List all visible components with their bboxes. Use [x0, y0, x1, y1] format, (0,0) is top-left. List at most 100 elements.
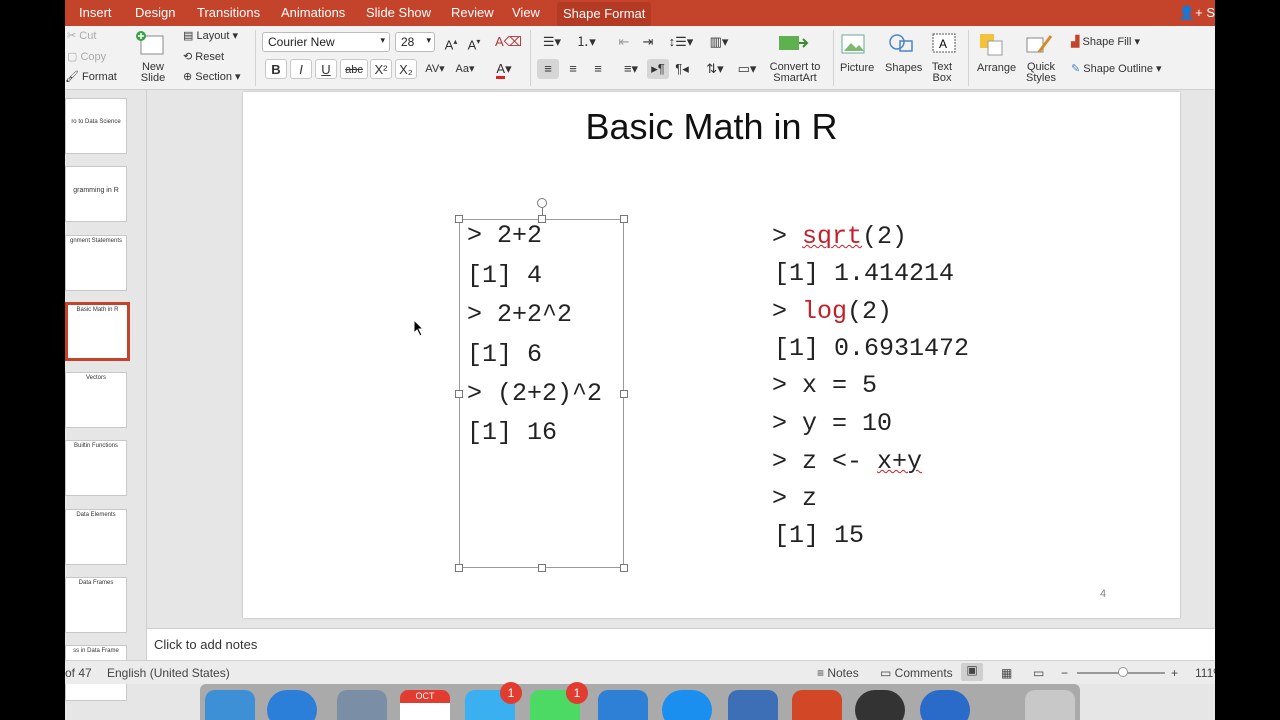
shapes-label[interactable]: Shapes [885, 62, 922, 74]
increase-font-icon[interactable]: A▴ [440, 32, 462, 52]
shapes-icon[interactable] [887, 32, 917, 61]
decrease-indent-icon[interactable]: ⇤ [613, 32, 635, 52]
text-direction-icon[interactable]: ⇅▾ [701, 59, 729, 79]
numbering-icon[interactable]: ⒈▾ [571, 32, 601, 52]
quick-styles-label[interactable]: Quick Styles [1019, 62, 1063, 84]
text-box-label[interactable]: Text Box [927, 62, 957, 84]
copy-button[interactable]: ▢ Copy [67, 50, 106, 63]
comments-toggle[interactable]: ▭ Comments [880, 666, 953, 680]
resize-handle[interactable] [620, 215, 628, 223]
align-left-icon[interactable]: ≡ [537, 59, 559, 79]
selected-text-box[interactable]: > 2+2 [1] 4 > 2+2^2 [1] 6 > (2+2)^2 [1] … [455, 198, 628, 572]
change-case-icon[interactable]: Aa▾ [452, 59, 478, 79]
safari-icon[interactable] [267, 690, 317, 720]
time-machine-icon[interactable] [855, 690, 905, 720]
tab-design[interactable]: Design [129, 5, 181, 25]
font-size-select[interactable]: 28 ▾ [395, 32, 435, 52]
bullets-icon[interactable]: ☰▾ [537, 32, 567, 52]
align-text-icon[interactable]: ▭▾ [733, 59, 761, 79]
r-app-icon[interactable] [920, 690, 970, 720]
tab-slide-show[interactable]: Slide Show [360, 5, 437, 25]
reset-button[interactable]: ⟲ Reset [183, 50, 224, 63]
arrange-label[interactable]: Arrange [977, 62, 1016, 74]
zoom-out-icon[interactable]: − [1061, 666, 1068, 680]
superscript-button[interactable]: X² [370, 59, 392, 79]
decrease-font-icon[interactable]: A▾ [463, 32, 485, 52]
arrange-icon[interactable] [978, 32, 1008, 63]
keynote-icon[interactable] [598, 690, 648, 720]
tab-review[interactable]: Review [445, 5, 500, 25]
slide-thumbnail[interactable]: Data Elements [65, 509, 127, 565]
resize-handle[interactable] [620, 564, 628, 572]
notes-toggle[interactable]: ≡ Notes [817, 666, 859, 680]
share-button[interactable]: 👤+ S [1179, 5, 1215, 21]
tab-animations[interactable]: Animations [275, 5, 351, 25]
finder-icon[interactable] [205, 690, 255, 720]
zoom-level[interactable]: 111% [1195, 666, 1215, 680]
language-indicator[interactable]: English (United States) [107, 666, 230, 680]
clear-formatting-icon[interactable]: A⌫ [495, 32, 522, 52]
italic-button[interactable]: I [290, 59, 312, 79]
app-store-icon[interactable] [662, 690, 712, 720]
quick-styles-icon[interactable] [1025, 32, 1055, 63]
calendar-icon[interactable]: OCT [400, 690, 450, 720]
normal-view-icon[interactable]: ▣ [961, 663, 983, 681]
zoom-in-icon[interactable]: + [1171, 666, 1178, 680]
font-color-icon[interactable]: A▾ [490, 59, 518, 79]
underline-button[interactable]: U [315, 59, 337, 79]
font-name-select[interactable]: Courier New ▾ [262, 32, 390, 52]
strikethrough-button[interactable]: abc [340, 59, 368, 79]
tab-transitions[interactable]: Transitions [191, 5, 266, 25]
reading-view-icon[interactable]: ▭ [1033, 666, 1044, 680]
tab-shape-format[interactable]: Shape Format [557, 2, 652, 26]
slide-thumbnail[interactable]: Vectors [65, 372, 127, 428]
picture-label[interactable]: Picture [840, 62, 874, 74]
resize-handle[interactable] [455, 564, 463, 572]
bold-button[interactable]: B [265, 59, 287, 79]
slide-sorter-icon[interactable]: ▦ [1001, 666, 1012, 680]
align-right-icon[interactable]: ≡ [587, 59, 609, 79]
slide-thumbnail[interactable]: gnment Statements [65, 235, 127, 291]
smartart-icon[interactable] [777, 32, 811, 61]
ltr-text-icon[interactable]: ▸¶ [647, 59, 669, 79]
picture-icon[interactable] [840, 32, 868, 61]
system-app-icon[interactable] [728, 690, 778, 720]
new-slide-icon[interactable] [135, 30, 164, 56]
text-box-icon[interactable]: A [931, 32, 957, 61]
format-painter-button[interactable]: 🖌 Format [65, 70, 117, 83]
subscript-button[interactable]: X₂ [395, 59, 417, 79]
resize-handle[interactable] [455, 215, 463, 223]
slide-thumbnail[interactable]: Builtin Functions [65, 440, 127, 496]
tab-view[interactable]: View [506, 5, 546, 25]
resize-handle[interactable] [620, 390, 628, 398]
slide-thumbnail[interactable]: gramming in R [65, 166, 127, 222]
notes-placeholder[interactable]: Click to add notes [154, 637, 257, 652]
zoom-slider-thumb[interactable] [1118, 667, 1128, 677]
cut-button[interactable]: ✂ Cut [67, 29, 96, 42]
trash-icon[interactable] [1025, 690, 1075, 720]
resize-handle[interactable] [455, 390, 463, 398]
character-spacing-icon[interactable]: AV▾ [422, 59, 448, 79]
tab-insert[interactable]: Insert [73, 5, 118, 25]
align-center-icon[interactable]: ≡ [562, 59, 584, 79]
increase-indent-icon[interactable]: ⇥ [637, 32, 659, 52]
slide-thumbnail[interactable]: Data Frames [65, 577, 127, 633]
shape-fill-button[interactable]: ▟ Shape Fill ▾ [1071, 35, 1140, 48]
mail-stamp-icon[interactable] [337, 690, 387, 720]
rtl-text-icon[interactable]: ¶◂ [671, 59, 693, 79]
columns-icon[interactable]: ▥▾ [703, 32, 735, 52]
line-spacing-icon[interactable]: ↕☰▾ [665, 32, 697, 52]
layout-button[interactable]: ▤ Layout ▾ [183, 29, 238, 42]
slide-canvas[interactable]: Basic Math in R > 2+2 [1] 4 > 2+2^2 [1] … [243, 92, 1180, 618]
slide-thumbnail[interactable]: ro to Data Science [65, 98, 127, 154]
convert-smartart-label[interactable]: Convert to SmartArt [765, 62, 825, 84]
slide-title[interactable]: Basic Math in R [243, 106, 1180, 148]
section-button[interactable]: ⊕ Section ▾ [183, 70, 241, 83]
rotate-handle-icon[interactable] [537, 198, 547, 208]
powerpoint-app-icon[interactable] [792, 690, 842, 720]
resize-handle[interactable] [538, 564, 546, 572]
slide-thumbnail-selected[interactable]: Basic Math in R [65, 302, 130, 361]
notes-pane[interactable]: Click to add notes [147, 628, 1215, 660]
new-slide-label[interactable]: New Slide [137, 62, 169, 84]
shape-outline-button[interactable]: ✎ Shape Outline ▾ [1071, 62, 1162, 75]
